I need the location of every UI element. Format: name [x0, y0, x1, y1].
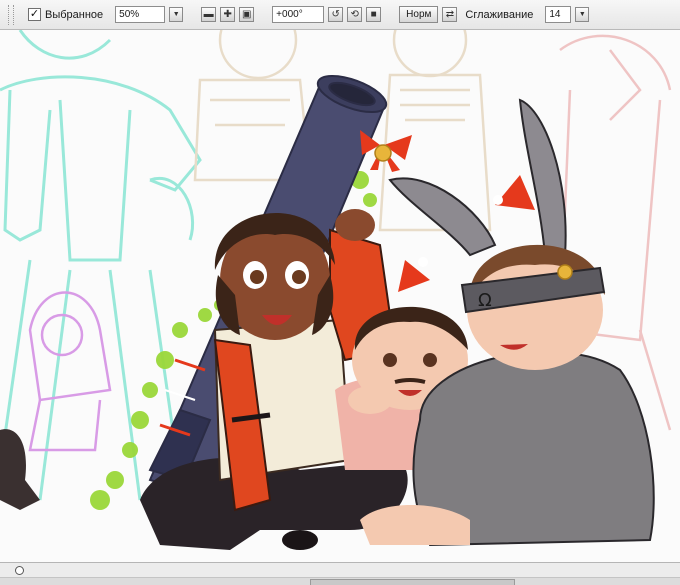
normal-button[interactable]: Норм	[399, 6, 439, 23]
selected-label: Выбранное	[45, 8, 104, 21]
omega-symbol: Ω	[478, 290, 492, 311]
horizontal-scrollbar[interactable]	[0, 577, 680, 585]
fit-icon: ▣	[241, 8, 252, 20]
fit-button[interactable]: ▣	[239, 7, 255, 22]
rotate-left-button[interactable]: ↺	[328, 7, 344, 22]
rotation-input[interactable]: +000°	[272, 6, 325, 23]
flip-button[interactable]: ⇄	[442, 7, 458, 22]
zoom-out-button[interactable]: ▬	[201, 7, 217, 22]
zoom-input[interactable]: 50%	[115, 6, 166, 23]
rotate-reset-icon: ⟲	[350, 8, 359, 20]
zoom-in-button[interactable]: ✚	[220, 7, 236, 22]
smoothing-dropdown-button[interactable]: ▼	[575, 7, 590, 22]
stop-icon: ■	[370, 8, 377, 20]
scrollbar-thumb[interactable]	[310, 579, 515, 585]
rotate-reset-button[interactable]: ⟲	[347, 7, 363, 22]
tool-property-toolbar: ✓ Выбранное 50% ▼ ▬ ✚ ▣ +000° ↺ ⟲ ■ Норм…	[0, 0, 680, 30]
status-bar	[0, 562, 680, 585]
smoothing-label: Сглаживание	[465, 8, 534, 21]
selected-checkbox[interactable]: ✓	[28, 8, 41, 21]
smoothing-input[interactable]: 14	[545, 6, 572, 23]
stop-button[interactable]: ■	[366, 7, 382, 22]
grip-icon[interactable]	[8, 4, 14, 25]
chevron-down-icon: ▼	[172, 11, 180, 18]
drawing-canvas[interactable]: Ω	[0, 30, 680, 562]
chevron-down-icon: ▼	[578, 11, 586, 18]
checkmark-icon: ✓	[29, 8, 40, 20]
artwork-illustration: Ω	[0, 30, 680, 562]
bell-icon	[374, 144, 392, 162]
rotate-left-icon: ↺	[331, 8, 340, 20]
flip-icon: ⇄	[445, 8, 455, 20]
zoom-out-icon: ▬	[203, 8, 214, 20]
zoom-dropdown-button[interactable]: ▼	[169, 7, 184, 22]
navigator-circle-icon[interactable]	[15, 566, 24, 575]
zoom-in-icon: ✚	[223, 8, 232, 20]
